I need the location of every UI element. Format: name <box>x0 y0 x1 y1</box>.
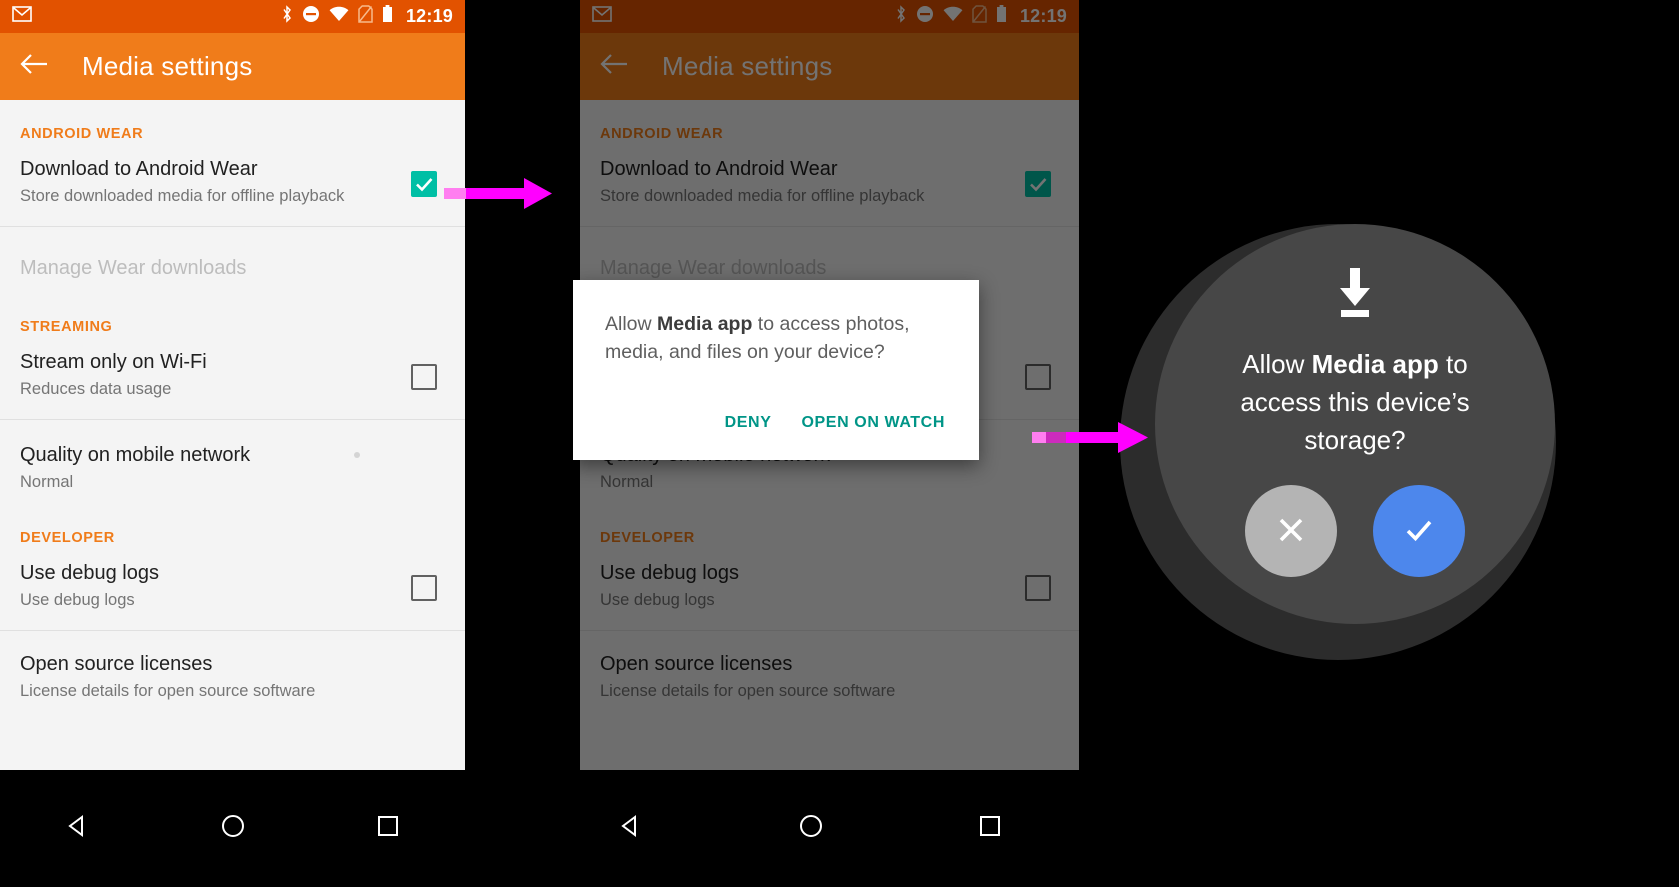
bluetooth-icon <box>895 5 907 28</box>
setting-title: Stream only on Wi-Fi <box>20 351 207 373</box>
close-x-icon <box>1274 513 1308 550</box>
nav-recents-icon[interactable] <box>977 813 1003 844</box>
dialog-message-app: Media app <box>657 313 753 335</box>
phone-screen-left: 12:19 Media settings ANDROID WEAR Downlo… <box>0 0 465 770</box>
setting-subtitle: Store downloaded media for offline playb… <box>20 187 345 205</box>
setting-subtitle: Store downloaded media for offline playb… <box>600 187 925 205</box>
watch-deny-button[interactable] <box>1245 485 1337 577</box>
bluetooth-icon <box>281 5 293 28</box>
download-to-storage-icon <box>1328 266 1382 325</box>
checkbox-use-debug-logs[interactable] <box>1025 575 1051 601</box>
deny-button[interactable]: DENY <box>723 408 774 438</box>
section-header-developer: DEVELOPER <box>600 530 695 546</box>
system-nav-bar-middle <box>541 770 1079 887</box>
do-not-disturb-icon <box>916 5 934 28</box>
dialog-message-prefix: Allow <box>605 313 658 335</box>
nav-home-icon[interactable] <box>219 812 247 845</box>
setting-subtitle: Reduces data usage <box>20 380 172 398</box>
setting-row-open-source-licenses[interactable]: Open source licenses License details for… <box>580 631 1079 719</box>
battery-icon <box>382 5 393 28</box>
gmail-icon <box>592 6 612 27</box>
open-on-watch-button[interactable]: OPEN ON WATCH <box>799 408 947 438</box>
setting-row-stream-only-wifi[interactable]: Stream only on Wi-Fi Reduces data usage <box>0 335 465 419</box>
setting-subtitle: Normal <box>600 473 654 491</box>
battery-icon <box>996 5 1007 28</box>
gmail-icon <box>12 6 32 27</box>
setting-row-download-to-wear[interactable]: Download to Android Wear Store downloade… <box>580 142 1079 226</box>
setting-row-use-debug-logs[interactable]: Use debug logs Use debug logs <box>580 546 1079 630</box>
checkbox-download-to-wear[interactable] <box>411 171 437 197</box>
setting-row-quality-mobile-network[interactable]: Quality on mobile network Normal <box>0 420 465 514</box>
status-bar-clock: 12:19 <box>405 6 453 26</box>
setting-title: Download to Android Wear <box>600 158 838 180</box>
setting-title: Quality on mobile network <box>20 444 251 466</box>
status-bar: 12:19 <box>0 0 465 33</box>
setting-row-use-debug-logs[interactable]: Use debug logs Use debug logs <box>0 546 465 630</box>
setting-title: Use debug logs <box>600 562 739 584</box>
settings-list: ANDROID WEAR Download to Android Wear St… <box>0 100 465 719</box>
check-icon <box>1401 512 1437 551</box>
app-bar: Media settings <box>580 33 1079 100</box>
checkbox-stream-only-wifi[interactable] <box>411 364 437 390</box>
page-title: Media settings <box>82 51 253 81</box>
flow-arrow-1 <box>444 176 554 217</box>
nav-recents-icon[interactable] <box>375 813 401 844</box>
wifi-icon <box>943 6 963 27</box>
setting-subtitle: License details for open source software <box>600 682 896 700</box>
setting-row-download-to-wear[interactable]: Download to Android Wear Store downloade… <box>0 142 465 226</box>
nav-home-icon[interactable] <box>797 812 825 845</box>
section-header-android-wear: ANDROID WEAR <box>20 126 144 142</box>
watch-message: Allow Media app to access this device’s … <box>1205 345 1505 459</box>
watch-screen: Allow Media app to access this device’s … <box>1155 224 1555 624</box>
flow-arrow-2 <box>1032 420 1152 461</box>
setting-row-manage-wear-downloads[interactable]: Manage Wear downloads <box>0 227 465 315</box>
status-bar-clock: 12:19 <box>1019 6 1067 26</box>
checkbox-use-debug-logs[interactable] <box>411 575 437 601</box>
setting-title: Open source licenses <box>600 653 793 675</box>
no-sim-icon <box>358 5 373 28</box>
setting-subtitle: Normal <box>20 473 74 491</box>
setting-subtitle: License details for open source software <box>20 682 316 700</box>
setting-subtitle: Use debug logs <box>20 591 135 609</box>
nav-back-icon[interactable] <box>617 812 645 845</box>
setting-subtitle: Use debug logs <box>600 591 715 609</box>
status-bar: 12:19 <box>580 0 1079 33</box>
watch-message-prefix: Allow <box>1242 349 1312 379</box>
watch-message-app: Media app <box>1311 349 1439 379</box>
system-nav-bar-left <box>0 770 465 887</box>
setting-title: Open source licenses <box>20 653 213 675</box>
no-sim-icon <box>972 5 987 28</box>
page-title: Media settings <box>662 51 833 81</box>
setting-title: Manage Wear downloads <box>600 257 827 279</box>
nav-back-icon[interactable] <box>64 812 92 845</box>
permission-dialog: Allow Media app to access photos, media,… <box>573 280 979 460</box>
back-arrow-icon[interactable] <box>20 53 48 80</box>
setting-title: Manage Wear downloads <box>20 257 247 279</box>
checkbox-download-to-wear[interactable] <box>1025 171 1051 197</box>
app-bar: Media settings <box>0 33 465 100</box>
checkbox-stream-only-wifi[interactable] <box>1025 364 1051 390</box>
dialog-actions: DENY OPEN ON WATCH <box>605 408 947 442</box>
watch-allow-button[interactable] <box>1373 485 1465 577</box>
setting-title: Download to Android Wear <box>20 158 258 180</box>
section-header-streaming: STREAMING <box>20 319 113 335</box>
do-not-disturb-icon <box>302 5 320 28</box>
back-arrow-icon[interactable] <box>600 53 628 80</box>
section-header-developer: DEVELOPER <box>20 530 115 546</box>
setting-title: Use debug logs <box>20 562 159 584</box>
watch-actions <box>1245 485 1465 577</box>
setting-row-open-source-licenses[interactable]: Open source licenses License details for… <box>0 631 465 719</box>
dialog-message: Allow Media app to access photos, media,… <box>605 310 947 366</box>
wifi-icon <box>329 6 349 27</box>
section-header-android-wear: ANDROID WEAR <box>600 126 724 142</box>
